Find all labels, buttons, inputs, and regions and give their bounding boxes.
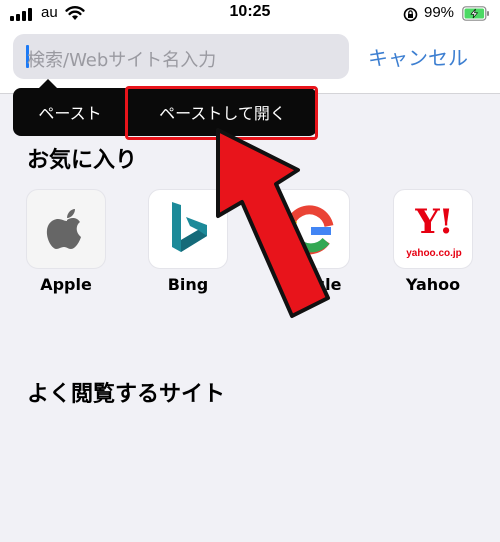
favorite-apple[interactable]: Apple <box>26 189 106 294</box>
menu-item-paste[interactable]: ペースト <box>13 88 127 136</box>
favorite-label: Apple <box>40 275 92 294</box>
favorite-label: Yahoo <box>405 275 461 294</box>
yahoo-logo-text: Y! <box>415 202 453 242</box>
cancel-button[interactable]: キャンセル <box>368 42 468 71</box>
favorites-title: お気に入り <box>27 148 138 173</box>
search-input[interactable]: 検索/Webサイト名入力 <box>13 34 349 79</box>
battery-charging-icon <box>462 6 489 21</box>
battery-percent: 99% <box>424 4 455 21</box>
apple-logo-icon <box>26 189 106 269</box>
status-bar: au 10:25 99% <box>0 0 500 30</box>
search-placeholder: 検索/Webサイト名入力 <box>27 50 217 71</box>
annotation-arrow <box>216 128 330 318</box>
yahoo-logo-subtext: yahoo.co.jp <box>406 248 462 259</box>
frequently-visited-title: よく閲覧するサイト <box>27 382 226 407</box>
rotation-lock-icon <box>403 7 418 22</box>
navigation-bar: au 10:25 99% 検索/Webサイト名入力 キャンセル <box>0 0 500 94</box>
yahoo-logo-icon: Y! yahoo.co.jp <box>393 189 473 269</box>
favorite-yahoo[interactable]: Y! yahoo.co.jp Yahoo <box>393 189 473 294</box>
